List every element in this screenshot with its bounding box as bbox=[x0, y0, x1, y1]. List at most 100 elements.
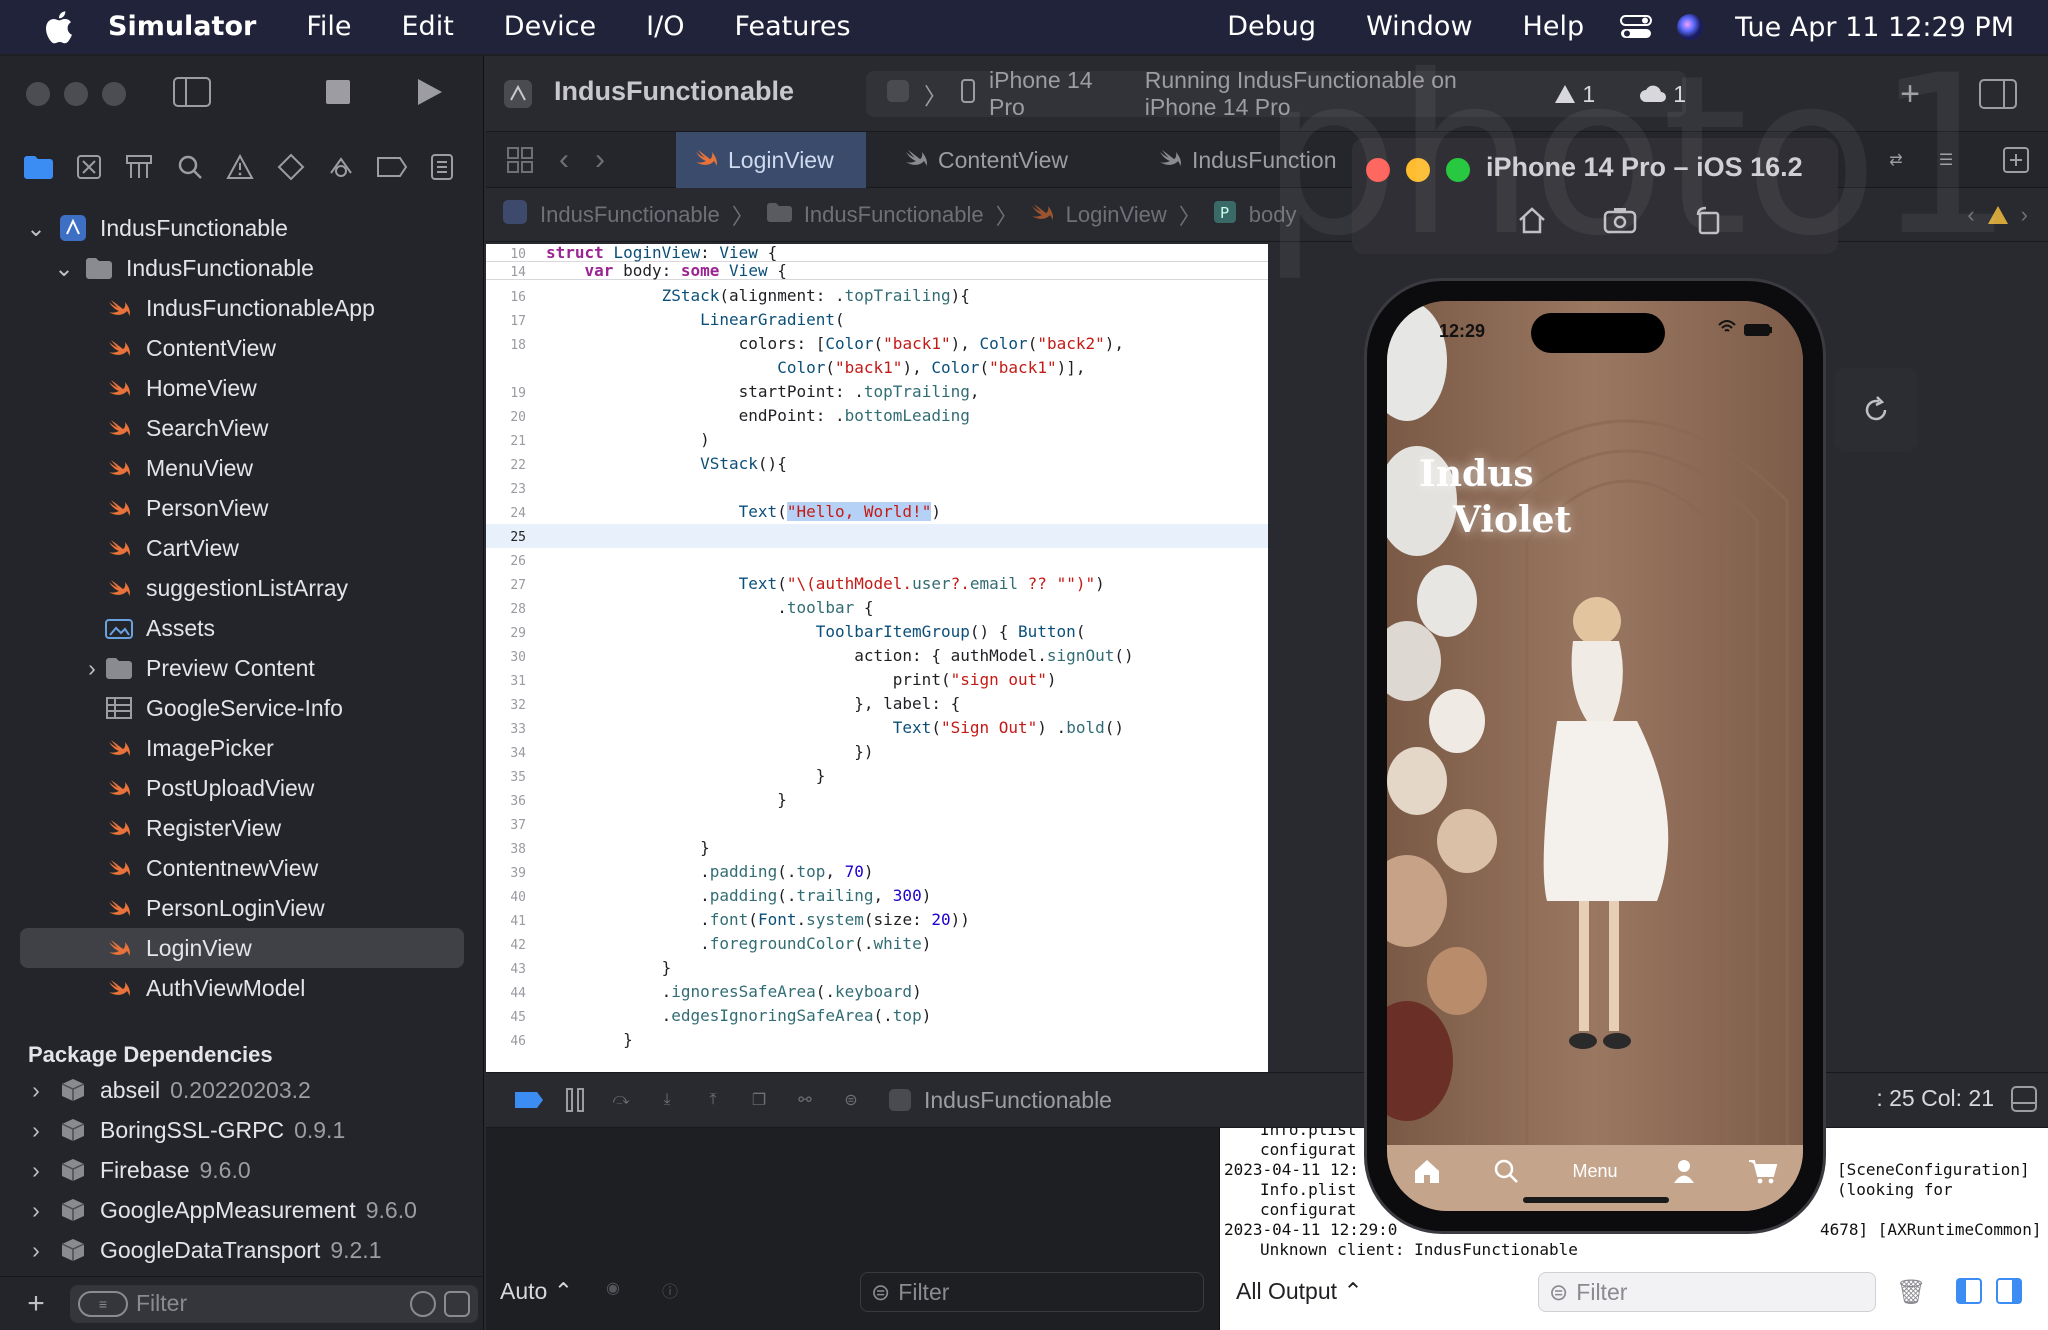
close-button[interactable] bbox=[26, 82, 50, 106]
tab-cart-icon[interactable] bbox=[1743, 1155, 1783, 1187]
menu-file[interactable]: File bbox=[281, 0, 376, 54]
sidebar-toggle-icon[interactable] bbox=[172, 72, 212, 112]
pause-icon[interactable] bbox=[552, 1077, 598, 1123]
code-line[interactable]: 29 ToolbarItemGroup() { Button( bbox=[486, 620, 1268, 644]
code-line[interactable]: 30 action: { authModel.signOut() bbox=[486, 644, 1268, 668]
add-editor-icon[interactable] bbox=[1996, 140, 2036, 180]
code-line[interactable]: 46 } bbox=[486, 1028, 1268, 1052]
split-right-icon[interactable] bbox=[1996, 1278, 2022, 1309]
issue-icon[interactable] bbox=[222, 149, 258, 185]
scm-filter-icon[interactable] bbox=[444, 1290, 470, 1317]
view-hierarchy-icon[interactable]: ❐ bbox=[736, 1077, 782, 1123]
chevron-right-icon[interactable]: › bbox=[24, 1077, 48, 1103]
tab-indusfunction[interactable]: IndusFunction bbox=[1140, 132, 1354, 188]
breadcrumb-symbol[interactable]: body bbox=[1249, 202, 1297, 228]
tree-file-item[interactable]: ContentnewView bbox=[0, 848, 484, 888]
chevron-right-icon[interactable]: › bbox=[80, 655, 104, 681]
tab-home-icon[interactable] bbox=[1407, 1155, 1447, 1187]
code-line[interactable]: 35 } bbox=[486, 764, 1268, 788]
code-line[interactable]: 31 print("sign out") bbox=[486, 668, 1268, 692]
menu-window[interactable]: Window bbox=[1341, 0, 1497, 54]
code-line[interactable]: 44 .ignoresSafeArea(.keyboard) bbox=[486, 980, 1268, 1004]
code-line[interactable]: 16 ZStack(alignment: .topTrailing){ bbox=[486, 284, 1268, 308]
chevron-down-icon[interactable]: ⌄ bbox=[52, 255, 76, 281]
split-left-icon[interactable] bbox=[1956, 1278, 1982, 1309]
menu-edit[interactable]: Edit bbox=[377, 0, 479, 54]
step-into-icon[interactable]: ⤓ bbox=[644, 1077, 690, 1123]
minimize-button[interactable] bbox=[1406, 158, 1430, 182]
code-line[interactable]: 25 bbox=[486, 524, 1268, 548]
variables-filter[interactable]: ⊜ Filter bbox=[860, 1272, 1204, 1312]
grid-icon[interactable] bbox=[500, 140, 540, 180]
console-filter[interactable]: ⊜ Filter bbox=[1538, 1272, 1876, 1312]
step-out-icon[interactable]: ⤒ bbox=[690, 1077, 736, 1123]
rotate-icon[interactable] bbox=[1688, 200, 1728, 240]
tree-file-item[interactable]: PersonView bbox=[0, 488, 484, 528]
inspector-toggle-icon[interactable] bbox=[1978, 74, 2018, 114]
panel-toggle-icon[interactable] bbox=[2010, 1085, 2038, 1118]
tree-project-root[interactable]: ⌄ IndusFunctionable bbox=[0, 208, 484, 248]
chevron-right-icon[interactable]: › bbox=[24, 1237, 48, 1263]
auto-selector[interactable]: Auto ⌃ bbox=[500, 1278, 573, 1305]
code-line[interactable]: 28 .toolbar { bbox=[486, 596, 1268, 620]
cloud-badge[interactable]: 1 bbox=[1639, 81, 1686, 108]
filter-options-icon[interactable]: ≡ bbox=[78, 1290, 128, 1317]
chevron-right-icon[interactable]: › bbox=[24, 1117, 48, 1143]
tree-file-item[interactable]: HomeView bbox=[0, 368, 484, 408]
minimize-button[interactable] bbox=[64, 82, 88, 106]
tree-file-item[interactable]: PersonLoginView bbox=[0, 888, 484, 928]
warning-badge[interactable]: 1 bbox=[1554, 81, 1595, 108]
forward-icon[interactable]: › bbox=[580, 140, 620, 180]
output-selector[interactable]: All Output ⌃ bbox=[1236, 1278, 1363, 1305]
code-line[interactable]: 34 }) bbox=[486, 740, 1268, 764]
close-button[interactable] bbox=[1366, 158, 1390, 182]
code-line[interactable]: 42 .foregroundColor(.white) bbox=[486, 932, 1268, 956]
swap-icon[interactable]: ⇄ bbox=[1876, 140, 1916, 180]
code-line[interactable]: 33 Text("Sign Out") .bold() bbox=[486, 716, 1268, 740]
add-icon[interactable]: + bbox=[16, 1287, 56, 1321]
code-line[interactable]: 45 .edgesIgnoringSafeArea(.top) bbox=[486, 1004, 1268, 1028]
screenshot-icon[interactable] bbox=[1600, 200, 1640, 240]
menu-clock[interactable]: Tue Apr 11 12:29 PM bbox=[1717, 12, 2048, 43]
package-item[interactable]: › Firebase 9.6.0 bbox=[0, 1150, 484, 1190]
tree-file-item[interactable]: GoogleService-Info bbox=[0, 688, 484, 728]
code-line[interactable]: 39 .padding(.top, 70) bbox=[486, 860, 1268, 884]
code-line[interactable]: 19 startPoint: .topTrailing, bbox=[486, 380, 1268, 404]
refresh-icon[interactable] bbox=[1834, 368, 1918, 452]
chevron-right-icon[interactable]: › bbox=[24, 1157, 48, 1183]
app-screen[interactable]: 12:29 Indus Violet Menu bbox=[1387, 301, 1803, 1211]
step-over-icon[interactable]: ⤼ bbox=[598, 1077, 644, 1123]
code-line[interactable]: 22 VStack(){ bbox=[486, 452, 1268, 476]
chevron-right-icon[interactable]: › bbox=[24, 1197, 48, 1223]
add-icon[interactable]: + bbox=[1890, 74, 1930, 114]
code-line[interactable]: Color("back1"), Color("back1")], bbox=[486, 356, 1268, 380]
sticky-code-line[interactable]: 10 struct LoginView: View { bbox=[486, 244, 1268, 262]
zoom-button[interactable] bbox=[102, 82, 126, 106]
code-line[interactable]: 17 LinearGradient( bbox=[486, 308, 1268, 332]
home-icon[interactable] bbox=[1512, 200, 1552, 240]
code-line[interactable]: 36 } bbox=[486, 788, 1268, 812]
tab-contentview[interactable]: ContentView bbox=[886, 132, 1086, 188]
eye-icon[interactable]: ◉ bbox=[606, 1278, 620, 1298]
memory-graph-icon[interactable]: ⚯ bbox=[782, 1077, 828, 1123]
code-line[interactable]: 18 colors: [Color("back1"), Color("back2… bbox=[486, 332, 1268, 356]
tree-file-item[interactable]: PostUploadView bbox=[0, 768, 484, 808]
package-item[interactable]: › GoogleDataTransport 9.2.1 bbox=[0, 1230, 484, 1270]
zoom-button[interactable] bbox=[1446, 158, 1470, 182]
menu-device[interactable]: Device bbox=[479, 0, 621, 54]
back-icon[interactable]: ‹ bbox=[544, 140, 584, 180]
tree-file-item[interactable]: › Preview Content bbox=[0, 648, 484, 688]
info-icon[interactable]: ⓘ bbox=[662, 1278, 678, 1302]
siri-icon[interactable] bbox=[1669, 0, 1711, 54]
menu-features[interactable]: Features bbox=[709, 0, 875, 54]
tree-group[interactable]: ⌄ IndusFunctionable bbox=[0, 248, 484, 288]
breadcrumb-group[interactable]: IndusFunctionable bbox=[804, 202, 984, 228]
breakpoints-toggle-icon[interactable] bbox=[506, 1077, 552, 1123]
tab-loginview[interactable]: LoginView bbox=[676, 132, 866, 188]
tree-file-item[interactable]: LoginView bbox=[0, 928, 484, 968]
trash-icon[interactable]: 🗑 bbox=[1896, 1278, 1926, 1307]
tree-file-item[interactable]: SearchView bbox=[0, 408, 484, 448]
tree-file-item[interactable]: CartView bbox=[0, 528, 484, 568]
folder-icon[interactable] bbox=[20, 149, 56, 185]
breadcrumb-file[interactable]: LoginView bbox=[1066, 202, 1167, 228]
